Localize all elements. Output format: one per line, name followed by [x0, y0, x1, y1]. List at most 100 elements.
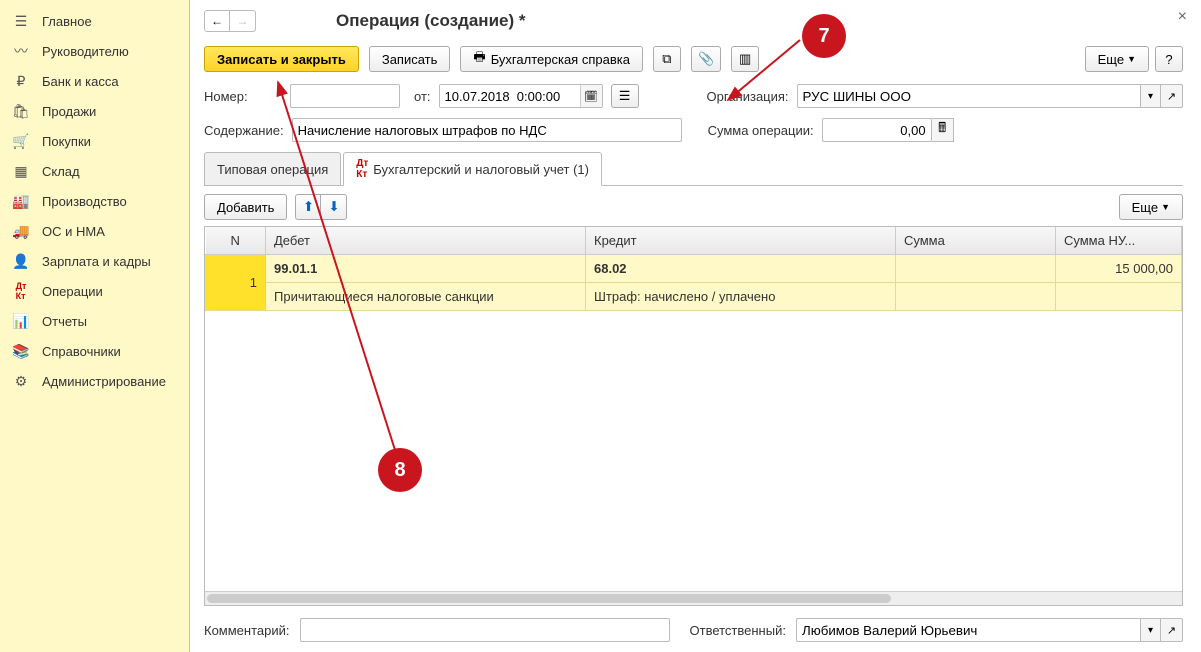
bars-icon: 📊	[12, 312, 30, 330]
truck-icon: 🚚	[12, 222, 30, 240]
cell-n[interactable]: 1	[206, 255, 266, 311]
sidebar-item-production[interactable]: 🏭 Производство	[0, 186, 189, 216]
sidebar: ☰Главное 〰Руководителю ₽Банк и касса 🛍Пр…	[0, 0, 190, 652]
cell-debit-acc[interactable]: 99.01.1	[266, 255, 586, 283]
dtkt-icon: ДтКт	[356, 158, 368, 180]
sidebar-item-reports[interactable]: 📊 Отчеты	[0, 306, 189, 336]
sidebar-item-assets[interactable]: 🚚 ОС и НМА	[0, 216, 189, 246]
menu-icon: ☰	[12, 12, 30, 30]
comment-input[interactable]	[300, 618, 670, 642]
print-icon: 🖶	[473, 48, 485, 70]
cell-debit-desc[interactable]: Причитающиеся налоговые санкции	[266, 283, 586, 311]
nav-back-button[interactable]: ←	[204, 10, 230, 32]
main-content: × ← → Операция (создание) * Записать и з…	[190, 0, 1201, 652]
number-label: Номер:	[204, 89, 282, 104]
col-sum-nu[interactable]: Сумма НУ...	[1056, 227, 1182, 255]
cell-sum[interactable]	[896, 255, 1056, 283]
date-action-button[interactable]: ☰	[611, 84, 639, 108]
sidebar-item-label: Операции	[42, 284, 103, 299]
table-more-button[interactable]: Еще ▼	[1119, 194, 1183, 220]
book-icon: 📚	[12, 342, 30, 360]
sidebar-item-sales[interactable]: 🛍Продажи	[0, 96, 189, 126]
col-debit[interactable]: Дебет	[266, 227, 586, 255]
sidebar-item-references[interactable]: 📚 Справочники	[0, 336, 189, 366]
copy-button[interactable]: ⧉	[653, 46, 681, 72]
sidebar-item-bank[interactable]: ₽ Банк и касса	[0, 66, 189, 96]
col-sum[interactable]: Сумма	[896, 227, 1056, 255]
responsible-open-button[interactable]: ↗	[1161, 618, 1183, 642]
col-credit[interactable]: Кредит	[586, 227, 896, 255]
calendar-button[interactable]: 🗓	[580, 85, 602, 107]
print-reference-button[interactable]: 🖶Бухгалтерская справка	[460, 46, 643, 72]
cell-sum2[interactable]	[896, 283, 1056, 311]
content-input[interactable]	[292, 118, 682, 142]
more-button[interactable]: Еще ▼	[1085, 46, 1149, 72]
save-close-button[interactable]: Записать и закрыть	[204, 46, 359, 72]
chevron-down-icon: ▼	[1127, 54, 1136, 64]
sidebar-item-label: Зарплата и кадры	[42, 254, 151, 269]
responsible-dropdown-button[interactable]: ▾	[1141, 618, 1161, 642]
sum-input[interactable]	[822, 118, 932, 142]
sidebar-item-label: Покупки	[42, 134, 91, 149]
responsible-input[interactable]	[796, 618, 1141, 642]
sidebar-item-label: Главное	[42, 14, 92, 29]
table-empty-area	[205, 311, 1182, 591]
ruble-icon: ₽	[12, 72, 30, 90]
cell-credit-desc[interactable]: Штраф: начислено / уплачено	[586, 283, 896, 311]
sidebar-item-label: Руководителю	[42, 44, 129, 59]
tab-typical[interactable]: Типовая операция	[204, 152, 341, 185]
tab-accounting[interactable]: ДтКтБухгалтерский и налоговый учет (1)	[343, 152, 602, 186]
sidebar-item-label: Производство	[42, 194, 127, 209]
annotation-marker-7: 7	[802, 14, 846, 58]
save-button[interactable]: Записать	[369, 46, 451, 72]
factory-icon: 🏭	[12, 192, 30, 210]
chevron-down-icon: ▼	[1161, 202, 1170, 212]
chart-icon: 〰	[12, 42, 30, 60]
cell-credit-acc[interactable]: 68.02	[586, 255, 896, 283]
person-icon: 👤	[12, 252, 30, 270]
cell-sum-nu[interactable]: 15 000,00	[1056, 255, 1182, 283]
entries-table: N Дебет Кредит Сумма Сумма НУ... 1 99.01…	[204, 226, 1183, 606]
move-up-button[interactable]: ⬆	[295, 194, 321, 220]
cart-icon: 🛒	[12, 132, 30, 150]
gear-icon: ⚙	[12, 372, 30, 390]
move-down-button[interactable]: ⬇	[321, 194, 347, 220]
comment-label: Комментарий:	[204, 623, 290, 638]
sidebar-item-operations[interactable]: ДтКтОперации	[0, 276, 189, 306]
sidebar-item-label: Склад	[42, 164, 80, 179]
help-button[interactable]: ?	[1155, 46, 1183, 72]
table-row[interactable]: Причитающиеся налоговые санкции Штраф: н…	[206, 283, 1182, 311]
content-label: Содержание:	[204, 123, 284, 138]
sidebar-item-admin[interactable]: ⚙ Администрирование	[0, 366, 189, 396]
sidebar-item-label: Справочники	[42, 344, 121, 359]
add-row-button[interactable]: Добавить	[204, 194, 287, 220]
from-label: от:	[414, 89, 431, 104]
bag-icon: 🛍	[12, 102, 30, 120]
sidebar-item-purchases[interactable]: 🛒 Покупки	[0, 126, 189, 156]
annotation-marker-8: 8	[378, 448, 422, 492]
horizontal-scrollbar[interactable]	[205, 591, 1182, 605]
table-row[interactable]: 1 99.01.1 68.02 15 000,00	[206, 255, 1182, 283]
org-open-button[interactable]: ↗	[1161, 84, 1183, 108]
sidebar-item-label: Отчеты	[42, 314, 87, 329]
sidebar-item-warehouse[interactable]: ▦Склад	[0, 156, 189, 186]
sidebar-item-label: Администрирование	[42, 374, 166, 389]
attach-button[interactable]: 📎	[691, 46, 721, 72]
action3-button[interactable]: ▥	[731, 46, 759, 72]
sidebar-item-label: Банк и касса	[42, 74, 119, 89]
nav-forward-button[interactable]: →	[230, 10, 256, 32]
sidebar-item-label: ОС и НМА	[42, 224, 105, 239]
calculator-button[interactable]: 🖩	[932, 118, 954, 142]
org-dropdown-button[interactable]: ▾	[1141, 84, 1161, 108]
sidebar-item-salary[interactable]: 👤 Зарплата и кадры	[0, 246, 189, 276]
sum-label: Сумма операции:	[708, 123, 814, 138]
sidebar-item-main[interactable]: ☰ Главное	[0, 6, 189, 36]
org-label: Организация:	[707, 89, 789, 104]
close-button[interactable]: ×	[1178, 8, 1187, 26]
number-input[interactable]	[290, 84, 400, 108]
org-input[interactable]	[797, 84, 1141, 108]
sidebar-item-manager[interactable]: 〰 Руководителю	[0, 36, 189, 66]
date-input[interactable]	[440, 85, 580, 107]
col-n[interactable]: N	[206, 227, 266, 255]
cell-sum-nu2[interactable]	[1056, 283, 1182, 311]
